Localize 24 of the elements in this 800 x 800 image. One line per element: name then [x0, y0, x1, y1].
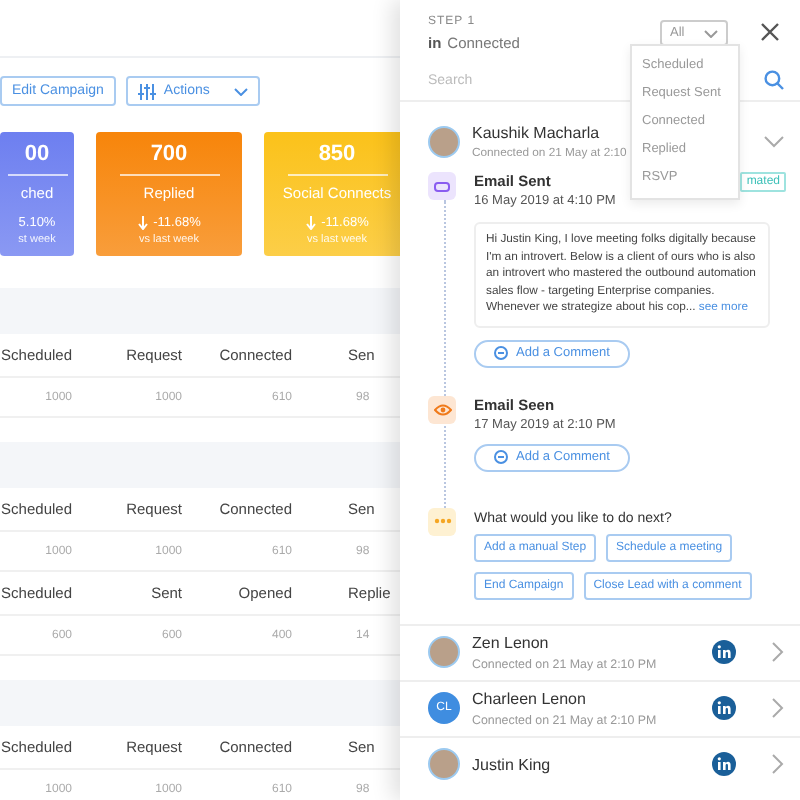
- comment-icon: [494, 346, 508, 360]
- chevron-down-icon: [704, 29, 718, 37]
- email-icon: [428, 172, 456, 200]
- chevron-right-icon[interactable]: [772, 642, 784, 662]
- chevron-right-icon[interactable]: [772, 698, 784, 718]
- lead-name: Kaushik Macharla: [472, 124, 602, 142]
- linkedin-icon[interactable]: [712, 752, 736, 776]
- more-icon: [428, 507, 456, 535]
- chevron-down-icon[interactable]: [764, 136, 784, 148]
- chevron-right-icon[interactable]: [772, 754, 784, 774]
- chevron-down-icon: [233, 87, 248, 95]
- comment-icon: [494, 450, 508, 464]
- stat-value: 700: [150, 142, 188, 168]
- close-icon[interactable]: [760, 22, 780, 42]
- linkedin-icon[interactable]: [712, 640, 736, 664]
- stat-value: 00: [24, 142, 50, 168]
- linkedin-icon[interactable]: [712, 696, 736, 720]
- sliders-icon: [137, 83, 156, 99]
- lead-name: Charleen Lenon: [472, 689, 588, 707]
- search-icon[interactable]: [764, 70, 784, 90]
- lead-name: Zen Lenon: [472, 633, 551, 651]
- lead-name: Justin King: [472, 755, 553, 773]
- stat-value: 850: [318, 142, 356, 168]
- eye-icon: [428, 395, 456, 423]
